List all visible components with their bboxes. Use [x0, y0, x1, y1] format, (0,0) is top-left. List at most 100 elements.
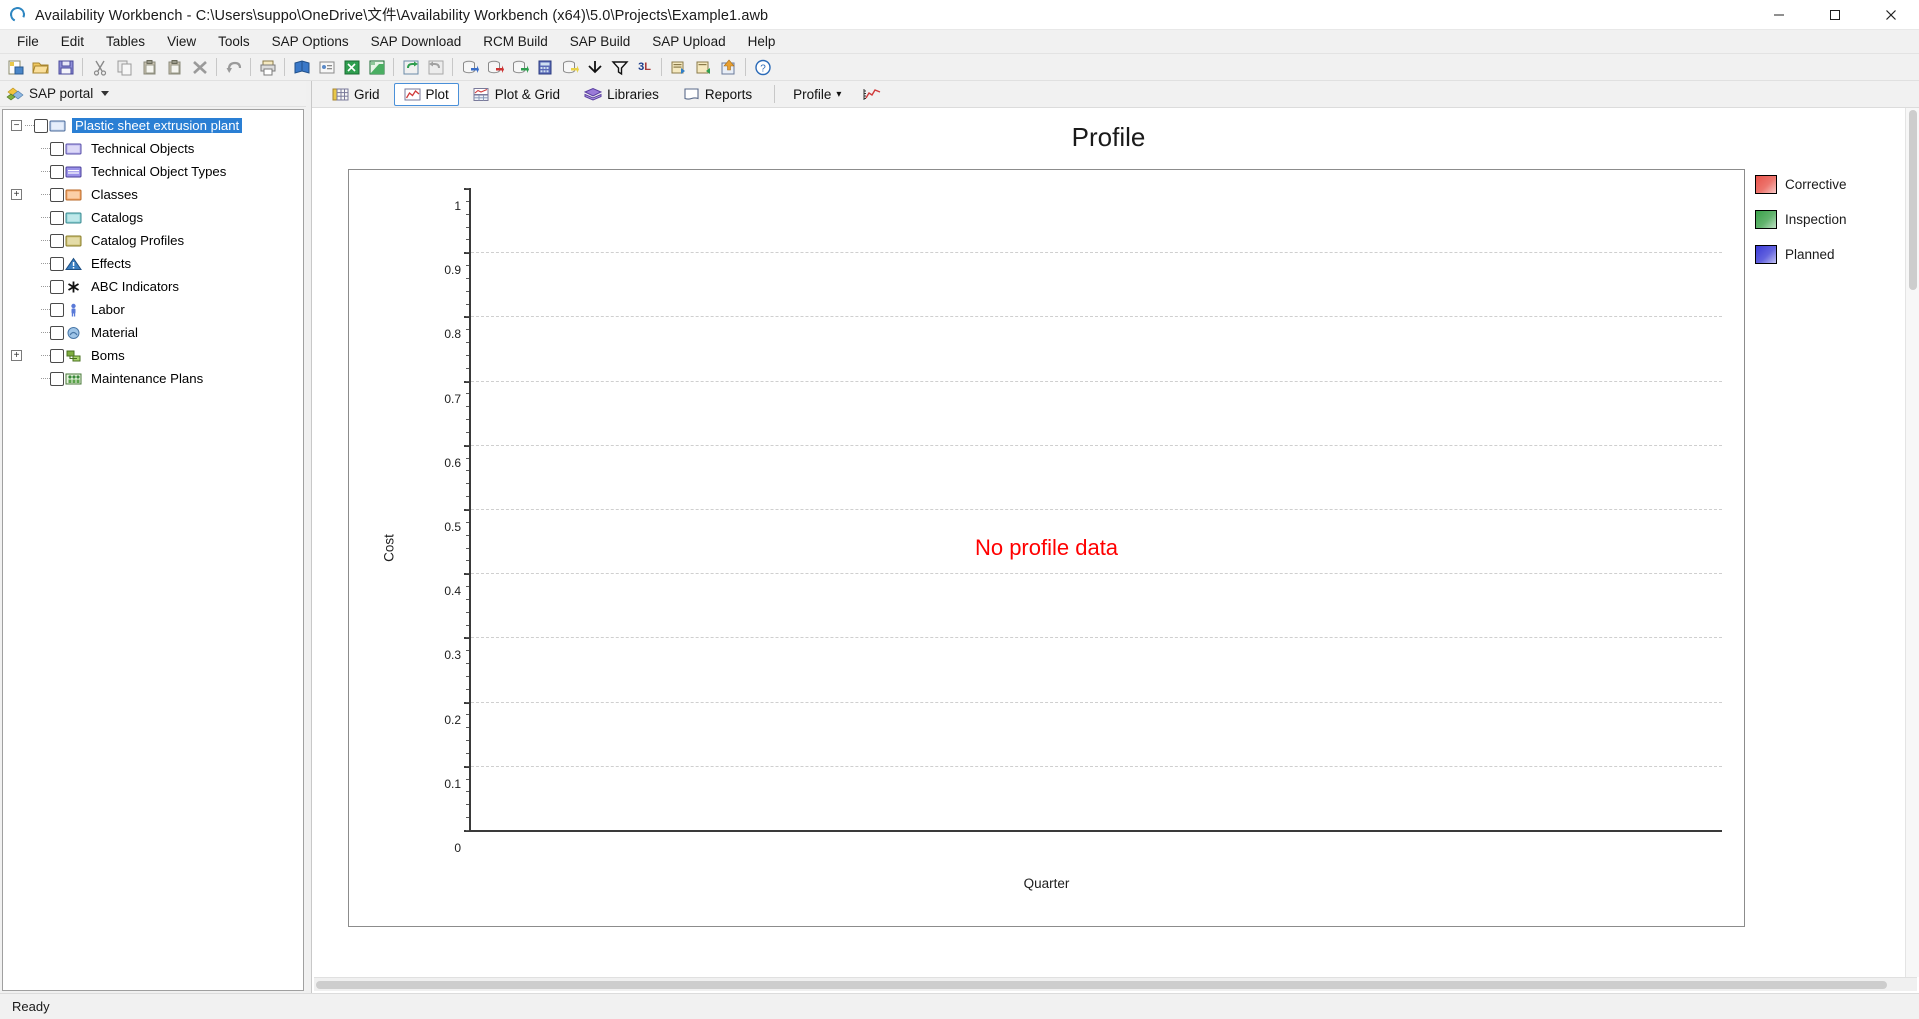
- report-card-icon[interactable]: [314, 55, 339, 79]
- tree-item-checkbox[interactable]: [50, 141, 64, 156]
- tree-item-material[interactable]: Material: [3, 321, 303, 344]
- tree-item-labor[interactable]: Labor: [3, 298, 303, 321]
- tree-item-technical-objects[interactable]: Technical Objects: [3, 137, 303, 160]
- tab-label: Libraries: [607, 86, 659, 102]
- tree-item-abc-indicators[interactable]: ABC Indicators: [3, 275, 303, 298]
- paste-icon[interactable]: [137, 55, 162, 79]
- tree-item-checkbox[interactable]: [50, 348, 64, 363]
- undo-icon[interactable]: [221, 55, 246, 79]
- tree-item-checkbox[interactable]: [50, 279, 64, 294]
- tree-item-boms[interactable]: + Boms: [3, 344, 303, 367]
- tree-item-checkbox[interactable]: [50, 371, 64, 386]
- tree-item-checkbox[interactable]: [50, 164, 64, 179]
- tree-item-checkbox[interactable]: [34, 118, 48, 133]
- y-tick-label: 0.8: [444, 327, 461, 342]
- chevron-down-icon[interactable]: ▾: [836, 89, 841, 100]
- plot-horizontal-scrollbar[interactable]: [314, 977, 1917, 991]
- database-green-icon[interactable]: [507, 55, 532, 79]
- filter-icon[interactable]: [607, 55, 632, 79]
- tree-item-maintenance-plans[interactable]: Maintenance Plans: [3, 367, 303, 390]
- tree-item-checkbox[interactable]: [50, 233, 64, 248]
- sap-portal-bar[interactable]: SAP portal: [0, 81, 306, 107]
- chart-plot-box: Cost 0 0.1 0.2 0.3 0.4 0.5 0.6 0.7 0.8 0.9 1 No pr…: [348, 169, 1745, 927]
- menu-item-sap-build[interactable]: SAP Build: [559, 31, 642, 53]
- expand-node-icon[interactable]: +: [11, 350, 22, 361]
- menu-item-edit[interactable]: Edit: [50, 31, 95, 53]
- menu-item-tools[interactable]: Tools: [207, 31, 261, 53]
- paste-special-icon[interactable]: [162, 55, 187, 79]
- calculator-icon[interactable]: [532, 55, 557, 79]
- tree-item-checkbox[interactable]: [50, 187, 64, 202]
- tab-label: Grid: [354, 86, 380, 102]
- tree-item-checkbox[interactable]: [50, 256, 64, 271]
- open-project-icon[interactable]: [28, 55, 53, 79]
- abc-indicators-icon: [65, 280, 82, 294]
- new-project-icon[interactable]: [3, 55, 28, 79]
- tree-item-effects[interactable]: Effects: [3, 252, 303, 275]
- tree-item-checkbox[interactable]: [50, 302, 64, 317]
- tab-plot[interactable]: Plot: [393, 82, 459, 106]
- menu-item-sap-options[interactable]: SAP Options: [261, 31, 360, 53]
- expand-node-icon[interactable]: +: [11, 189, 22, 200]
- tab-grid[interactable]: Grid: [322, 83, 390, 106]
- delete-icon[interactable]: [187, 55, 212, 79]
- database-yellow-icon[interactable]: [557, 55, 582, 79]
- help-icon[interactable]: ?: [750, 55, 775, 79]
- plot-vertical-scroll-thumb[interactable]: [1909, 110, 1917, 290]
- minimize-button[interactable]: [1751, 0, 1807, 30]
- profile-chart-icon[interactable]: [859, 82, 884, 106]
- tree-connector-line: [41, 171, 50, 172]
- sap-import-icon[interactable]: [691, 55, 716, 79]
- menu-item-file[interactable]: File: [6, 31, 50, 53]
- tree-item-catalogs[interactable]: Catalogs: [3, 206, 303, 229]
- y-minor-tick: [466, 509, 469, 510]
- refresh-in-icon[interactable]: [398, 55, 423, 79]
- database-red-icon[interactable]: [482, 55, 507, 79]
- 3d-view-icon[interactable]: 3L: [632, 55, 657, 79]
- plot-horizontal-scroll-thumb[interactable]: [316, 981, 1887, 989]
- y-minor-tick: [466, 342, 469, 344]
- collapse-node-icon[interactable]: −: [11, 120, 22, 131]
- tree-item-technical-object-types[interactable]: Technical Object Types: [3, 160, 303, 183]
- menu-item-tables[interactable]: Tables: [95, 31, 156, 53]
- profile-dropdown[interactable]: Profile ▾: [783, 83, 851, 106]
- menu-item-help[interactable]: Help: [737, 31, 787, 53]
- y-minor-tick: [466, 470, 469, 472]
- chart-gridline: [471, 252, 1722, 254]
- save-project-icon[interactable]: [53, 55, 78, 79]
- maximize-button[interactable]: [1807, 0, 1863, 30]
- sap-export-icon[interactable]: [666, 55, 691, 79]
- tree-item-classes[interactable]: + Classes: [3, 183, 303, 206]
- menu-item-view[interactable]: View: [156, 31, 207, 53]
- y-minor-tick: [466, 804, 469, 806]
- y-minor-tick: [466, 303, 469, 305]
- menu-item-sap-download[interactable]: SAP Download: [360, 31, 473, 53]
- chevron-down-icon[interactable]: [101, 91, 110, 96]
- tree-item-checkbox[interactable]: [50, 325, 64, 340]
- refresh-out-icon[interactable]: [423, 55, 448, 79]
- copy-icon[interactable]: [112, 55, 137, 79]
- database-blue-icon[interactable]: [457, 55, 482, 79]
- toolbar-separator: [452, 58, 453, 76]
- tab-label: Reports: [704, 86, 753, 102]
- tree-item-checkbox[interactable]: [50, 210, 64, 225]
- tab-libraries[interactable]: Libraries: [574, 83, 669, 106]
- plot-icon: [404, 87, 421, 102]
- menu-item-sap-upload[interactable]: SAP Upload: [641, 31, 736, 53]
- tab-reports[interactable]: Reports: [673, 83, 762, 106]
- plot-vertical-scrollbar[interactable]: [1905, 108, 1919, 977]
- collapse-arrows-icon[interactable]: [582, 55, 607, 79]
- menu-item-rcm-build[interactable]: RCM Build: [472, 31, 559, 53]
- print-icon[interactable]: [255, 55, 280, 79]
- close-button[interactable]: [1863, 0, 1919, 30]
- tree-item-catalog-profiles[interactable]: Catalog Profiles: [3, 229, 303, 252]
- tab-plot-grid[interactable]: Plot & Grid: [463, 83, 570, 106]
- y-minor-tick: [466, 354, 469, 356]
- cut-icon[interactable]: [87, 55, 112, 79]
- project-tree[interactable]: − Plastic sheet extrusion plant Technical …: [2, 109, 304, 991]
- book-blue-icon[interactable]: [289, 55, 314, 79]
- sap-upload-icon[interactable]: [716, 55, 741, 79]
- excel-import-icon[interactable]: [364, 55, 389, 79]
- excel-export-icon[interactable]: [339, 55, 364, 79]
- tree-item-plastic-sheet-extrusion-plant[interactable]: − Plastic sheet extrusion plant: [3, 114, 303, 137]
